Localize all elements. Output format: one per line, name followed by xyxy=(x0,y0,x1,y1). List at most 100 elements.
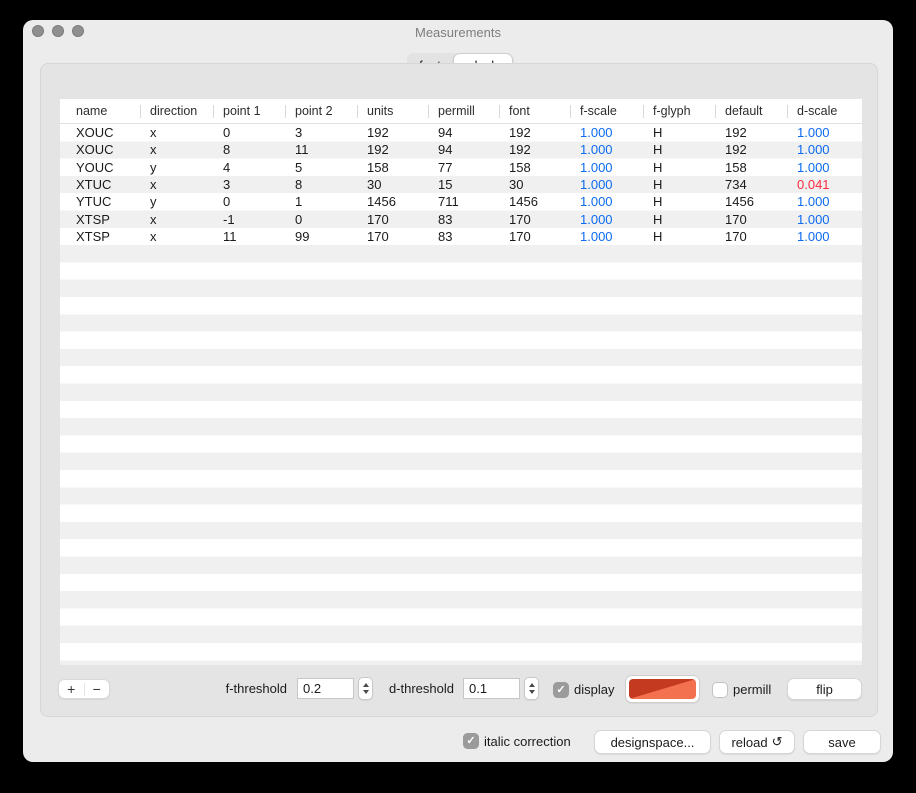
flip-button[interactable]: flip xyxy=(787,678,862,700)
cell-point-2: 11 xyxy=(285,141,357,158)
window-title: Measurements xyxy=(24,21,892,43)
cell-f-scale: 1.000 xyxy=(570,159,643,176)
cell-f-glyph: H xyxy=(643,193,715,210)
cell-point-2: 99 xyxy=(285,228,357,245)
cell-f-scale: 1.000 xyxy=(570,228,643,245)
cell-d-scale: 1.000 xyxy=(787,228,862,245)
cell-font: 170 xyxy=(499,228,570,245)
cell-point-1: 11 xyxy=(213,228,285,245)
cell-default: 1456 xyxy=(715,193,787,210)
cell-name: XTSP xyxy=(60,228,140,245)
permill-checkbox[interactable]: ✓ xyxy=(712,682,728,698)
column-header-units[interactable]: units xyxy=(357,99,428,123)
cell-font: 192 xyxy=(499,124,570,141)
cell-f-scale: 1.000 xyxy=(570,141,643,158)
d-threshold-label: d-threshold xyxy=(382,681,454,697)
f-threshold-label: f-threshold xyxy=(220,681,287,697)
cell-f-scale: 1.000 xyxy=(570,210,643,227)
cell-direction: x xyxy=(140,176,213,193)
table-row[interactable]: XOUCx03192941921.000H1921.000 xyxy=(60,124,862,141)
cell-units: 170 xyxy=(357,228,428,245)
table-row[interactable]: YTUCy01145671114561.000H14561.000 xyxy=(60,193,862,210)
table-row[interactable]: YOUCy45158771581.000H1581.000 xyxy=(60,159,862,176)
column-header-point-2[interactable]: point 2 xyxy=(285,99,357,123)
column-header-f-scale[interactable]: f-scale xyxy=(570,99,643,123)
cell-f-scale: 1.000 xyxy=(570,193,643,210)
display-checkbox[interactable]: ✓ xyxy=(553,682,569,698)
display-label: display xyxy=(574,682,614,698)
column-header-point-1[interactable]: point 1 xyxy=(213,99,285,123)
designspace-button[interactable]: designspace... xyxy=(594,730,711,754)
f-threshold-stepper[interactable] xyxy=(358,677,373,700)
measurements-panel: namedirectionpoint 1point 2unitspermillf… xyxy=(40,63,878,717)
add-row-button[interactable]: + xyxy=(59,680,84,698)
cell-f-glyph: H xyxy=(643,159,715,176)
table-row[interactable]: XTSPx1199170831701.000H1701.000 xyxy=(60,228,862,245)
reload-button[interactable]: reload ↺ xyxy=(719,730,795,754)
cell-direction: x xyxy=(140,210,213,227)
column-header-direction[interactable]: direction xyxy=(140,99,213,123)
cell-name: XOUC xyxy=(60,141,140,158)
stepper-up-icon xyxy=(363,683,369,687)
title-bar: Measurements xyxy=(24,21,892,43)
cell-permill: 77 xyxy=(428,159,499,176)
cell-font: 1456 xyxy=(499,193,570,210)
cell-default: 192 xyxy=(715,124,787,141)
f-threshold-input[interactable] xyxy=(297,678,354,699)
cell-d-scale: 1.000 xyxy=(787,141,862,158)
cell-permill: 94 xyxy=(428,141,499,158)
cell-permill: 83 xyxy=(428,228,499,245)
column-header-default[interactable]: default xyxy=(715,99,787,123)
cell-f-glyph: H xyxy=(643,124,715,141)
d-threshold-input[interactable] xyxy=(463,678,520,699)
measurements-window: Measurements font glyph namedirectionpoi… xyxy=(23,20,893,762)
cell-font: 158 xyxy=(499,159,570,176)
cell-default: 170 xyxy=(715,228,787,245)
italic-correction-label: italic correction xyxy=(484,734,571,750)
cell-units: 1456 xyxy=(357,193,428,210)
cell-permill: 711 xyxy=(428,193,499,210)
stepper-up-icon xyxy=(529,683,535,687)
column-header-name[interactable]: name xyxy=(60,99,140,123)
cell-direction: x xyxy=(140,124,213,141)
stepper-down-icon xyxy=(529,690,535,694)
cell-f-glyph: H xyxy=(643,228,715,245)
cell-name: XTUC xyxy=(60,176,140,193)
cell-d-scale: 1.000 xyxy=(787,210,862,227)
cell-name: YOUC xyxy=(60,159,140,176)
column-header-f-glyph[interactable]: f-glyph xyxy=(643,99,715,123)
cell-direction: y xyxy=(140,193,213,210)
column-header-font[interactable]: font xyxy=(499,99,570,123)
add-remove-segmented: + − xyxy=(58,679,110,699)
reload-label: reload xyxy=(731,735,767,750)
color-well[interactable] xyxy=(625,675,700,703)
cell-d-scale: 1.000 xyxy=(787,193,862,210)
check-icon: ✓ xyxy=(556,682,565,698)
table-header: namedirectionpoint 1point 2unitspermillf… xyxy=(60,99,862,124)
stepper-down-icon xyxy=(363,690,369,694)
cell-point-1: -1 xyxy=(213,210,285,227)
remove-row-button[interactable]: − xyxy=(85,680,110,698)
cell-f-glyph: H xyxy=(643,141,715,158)
table-body[interactable]: XOUCx03192941921.000H1921.000XOUCx811192… xyxy=(60,124,862,665)
table-row[interactable]: XOUCx811192941921.000H1921.000 xyxy=(60,141,862,158)
cell-font: 30 xyxy=(499,176,570,193)
cell-point-1: 3 xyxy=(213,176,285,193)
cell-direction: x xyxy=(140,141,213,158)
cell-point-2: 3 xyxy=(285,124,357,141)
column-header-d-scale[interactable]: d-scale xyxy=(787,99,862,123)
cell-point-1: 8 xyxy=(213,141,285,158)
cell-direction: y xyxy=(140,159,213,176)
d-threshold-stepper[interactable] xyxy=(524,677,539,700)
table-row[interactable]: XTSPx-10170831701.000H1701.000 xyxy=(60,210,862,227)
cell-d-scale: 0.041 xyxy=(787,176,862,193)
cell-point-1: 4 xyxy=(213,159,285,176)
check-icon: ✓ xyxy=(466,733,475,749)
cell-units: 192 xyxy=(357,141,428,158)
cell-point-2: 5 xyxy=(285,159,357,176)
table-row[interactable]: XTUCx383015301.000H7340.041 xyxy=(60,176,862,193)
column-header-permill[interactable]: permill xyxy=(428,99,499,123)
save-button[interactable]: save xyxy=(803,730,881,754)
italic-correction-checkbox[interactable]: ✓ xyxy=(463,733,479,749)
reload-icon: ↺ xyxy=(772,734,783,750)
